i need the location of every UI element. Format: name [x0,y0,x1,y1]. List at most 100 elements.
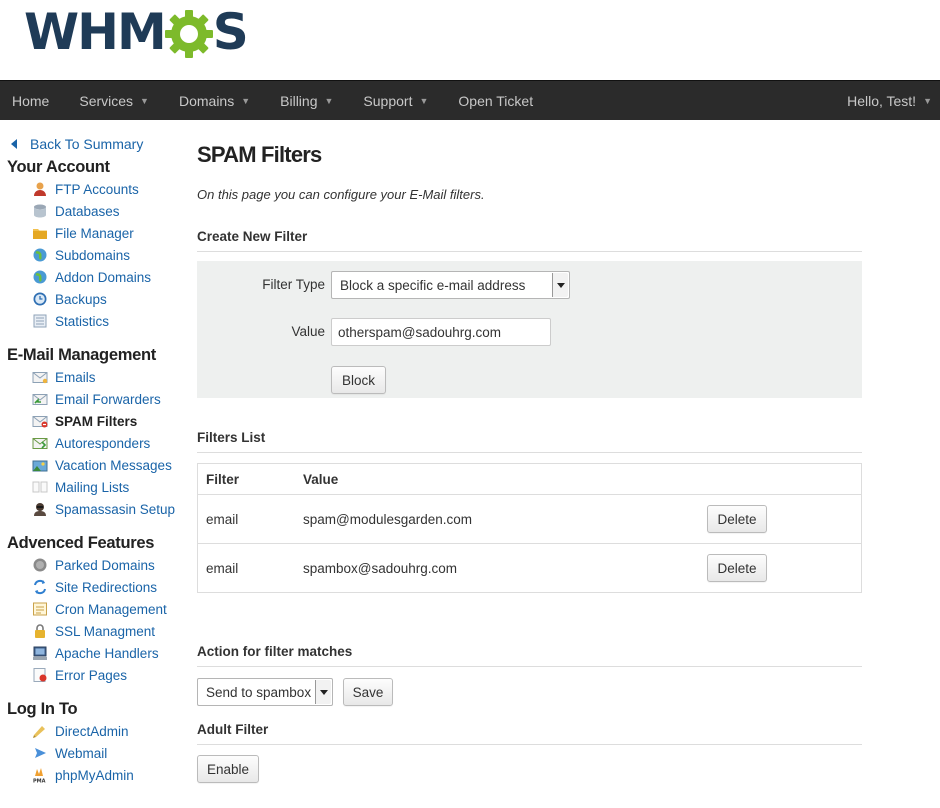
back-to-summary-label: Back To Summary [30,136,144,152]
sidebar-item-error-pages[interactable]: Error Pages [7,664,187,686]
save-button-label: Save [352,684,384,700]
sidebar-item-statistics[interactable]: Statistics [7,310,187,332]
sidebar-item-site-redirections[interactable]: Site Redirections [7,576,187,598]
nav-billing-label: Billing [280,92,318,109]
action-select[interactable]: Send to spambox [197,678,333,706]
nav-domains[interactable]: Domains ▼ [167,81,268,121]
nav-support-label: Support [363,92,413,109]
value-label: Value [291,324,325,339]
sidebar-item-label: Emails [55,369,96,385]
delete-button[interactable]: Delete [707,505,767,533]
delete-button[interactable]: Delete [707,554,767,582]
sidebar-item-subdomains[interactable]: Subdomains [7,244,187,266]
delete-button-label: Delete [717,511,757,527]
folder-icon [33,229,47,239]
back-to-summary-link[interactable]: Back To Summary [7,132,187,156]
sidebar-item-label: File Manager [55,225,134,241]
chevron-down-icon: ▼ [923,95,932,106]
error-page-icon [33,668,47,682]
col-header-filter: Filter [206,471,240,487]
table-row: email spam@modulesgarden.com Delete [198,494,861,543]
sidebar-item-webmail[interactable]: Webmail [7,742,187,764]
sidebar-item-emails[interactable]: Emails [7,366,187,388]
statistics-icon [33,314,47,328]
sidebar-item-label: Cron Management [55,601,167,617]
section-title-log-in-to: Log In To [7,700,78,718]
sidebar: Back To Summary Your Account FTP Account… [7,132,187,786]
filter-value-text: otherspam@sadouhrg.com [338,324,502,340]
email-icon [32,372,48,384]
block-button[interactable]: Block [331,366,386,394]
sidebar-item-vacation-messages[interactable]: Vacation Messages [7,454,187,476]
cron-icon [33,602,47,616]
filter-type-value: Block a specific e-mail address [340,277,526,293]
directadmin-icon [33,726,45,738]
delete-button-label: Delete [717,560,757,576]
spam-filter-icon [32,416,48,428]
nav-services[interactable]: Services ▼ [67,81,167,121]
sidebar-item-phpmyadmin[interactable]: PMA phpMyAdmin [7,764,187,786]
chevron-down-icon [315,680,331,704]
sidebar-item-autoresponders[interactable]: Autoresponders [7,432,187,454]
create-filter-form: Filter Type Block a specific e-mail addr… [197,261,862,398]
sidebar-item-databases[interactable]: Databases [7,200,187,222]
nav-home-label: Home [12,92,50,109]
sidebar-item-spamassassin-setup[interactable]: Spamassasin Setup [7,498,187,520]
sidebar-item-label: Databases [55,203,120,219]
sidebar-item-parked-domains[interactable]: Parked Domains [7,554,187,576]
main-content: SPAM Filters On this page you can config… [197,132,862,785]
sidebar-item-cron-management[interactable]: Cron Management [7,598,187,620]
nav-user-menu[interactable]: Hello, Test! ▼ [835,81,940,121]
sidebar-item-addon-domains[interactable]: Addon Domains [7,266,187,288]
parked-icon [33,558,47,572]
chevron-down-icon: ▼ [419,95,429,106]
sidebar-item-directadmin[interactable]: DirectAdmin [7,720,187,742]
filter-value-input[interactable]: otherspam@sadouhrg.com [331,318,551,346]
nav-open-ticket-label: Open Ticket [458,92,534,109]
row-value-cell: spambox@sadouhrg.com [303,560,458,576]
sidebar-item-label: FTP Accounts [55,181,139,197]
nav-billing[interactable]: Billing ▼ [268,81,351,121]
sidebar-item-label: Mailing Lists [55,479,130,495]
sidebar-item-file-manager[interactable]: File Manager [7,222,187,244]
globe-icon [33,248,47,262]
sidebar-item-ssl-managment[interactable]: SSL Managment [7,620,187,642]
sidebar-item-label: Site Redirections [55,579,158,595]
webmail-icon [35,748,46,758]
sidebar-item-mailing-lists[interactable]: Mailing Lists [7,476,187,498]
enable-button[interactable]: Enable [197,755,259,783]
nav-support[interactable]: Support ▼ [351,81,446,121]
page-title: SPAM Filters [197,142,322,167]
sidebar-item-backups[interactable]: Backups [7,288,187,310]
nav-domains-label: Domains [178,92,235,109]
filters-list-heading: Filters List [197,430,862,453]
adult-filter-heading: Adult Filter [197,722,862,745]
sidebar-item-label: Webmail [55,745,108,761]
row-filter-cell: email [206,511,239,527]
sidebar-item-apache-handlers[interactable]: Apache Handlers [7,642,187,664]
table-header-row: Filter Value [198,464,861,494]
page-intro: On this page you can configure your E-Ma… [197,187,485,202]
sidebar-item-spam-filters[interactable]: SPAM Filters [7,410,187,432]
apache-icon [33,646,47,660]
nav-open-ticket[interactable]: Open Ticket [446,81,551,121]
filter-type-select[interactable]: Block a specific e-mail address [331,271,570,299]
row-filter-cell: email [206,560,239,576]
sidebar-item-label: Parked Domains [55,557,155,573]
save-button[interactable]: Save [343,678,393,706]
nav-home[interactable]: Home [0,81,67,121]
action-row: Send to spambox Save [197,678,862,718]
logo-text-left: WHM [24,3,167,61]
enable-button-label: Enable [206,761,250,777]
sidebar-item-email-forwarders[interactable]: Email Forwarders [7,388,187,410]
sidebar-item-label: Email Forwarders [55,391,161,407]
filter-type-label: Filter Type [262,277,325,292]
whmcs-logo[interactable]: WHM S [24,2,249,62]
email-forward-icon [32,394,48,405]
redirect-icon [34,579,46,595]
svg-text:PMA: PMA [33,779,46,784]
sidebar-item-label: Statistics [55,313,110,329]
spamassassin-icon [34,503,46,516]
sidebar-item-label: Error Pages [55,667,128,683]
sidebar-item-ftp-accounts[interactable]: FTP Accounts [7,178,187,200]
